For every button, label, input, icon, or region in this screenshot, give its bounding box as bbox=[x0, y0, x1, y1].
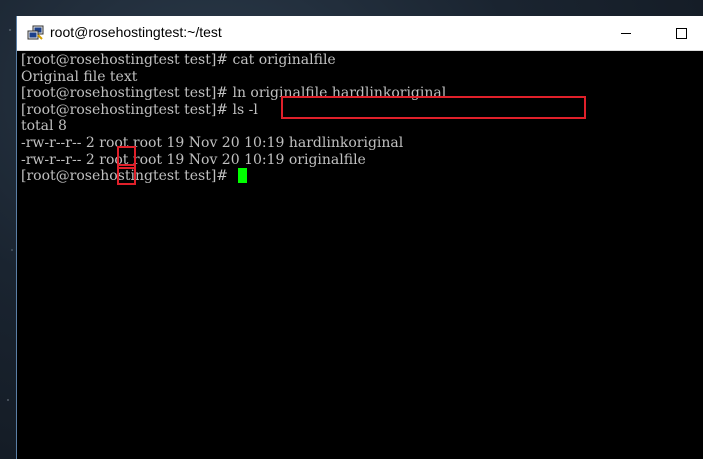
terminal-output[interactable]: [root@rosehostingtest test]# cat origina… bbox=[21, 51, 703, 459]
maximize-icon bbox=[675, 27, 687, 39]
terminal-line: [root@rosehostingtest test]# ls -l bbox=[21, 101, 258, 118]
maximize-button[interactable] bbox=[658, 16, 703, 50]
terminal-line: [root@rosehostingtest test]# cat origina… bbox=[21, 52, 336, 68]
putty-terminal-icon bbox=[27, 25, 44, 40]
title-bar[interactable]: root@rosehostingtest:~/test bbox=[17, 16, 703, 51]
highlight-link-count-original bbox=[117, 164, 136, 185]
terminal-line: -rw-r--r-- 2 root root 19 Nov 20 10:19 h… bbox=[21, 135, 404, 151]
highlight-ln-command bbox=[281, 96, 586, 119]
terminal-line: Original file text bbox=[21, 68, 138, 85]
terminal-window[interactable]: root@rosehostingtest:~/test [root@roseho… bbox=[16, 16, 703, 459]
terminal-cursor bbox=[238, 168, 248, 184]
minimize-icon bbox=[621, 32, 631, 34]
terminal-line: total 8 bbox=[21, 118, 67, 135]
terminal-line: -rw-r--r-- 2 root root 19 Nov 20 10:19 o… bbox=[21, 151, 366, 168]
window-title: root@rosehostingtest:~/test bbox=[50, 24, 222, 40]
minimize-button[interactable] bbox=[603, 16, 649, 50]
